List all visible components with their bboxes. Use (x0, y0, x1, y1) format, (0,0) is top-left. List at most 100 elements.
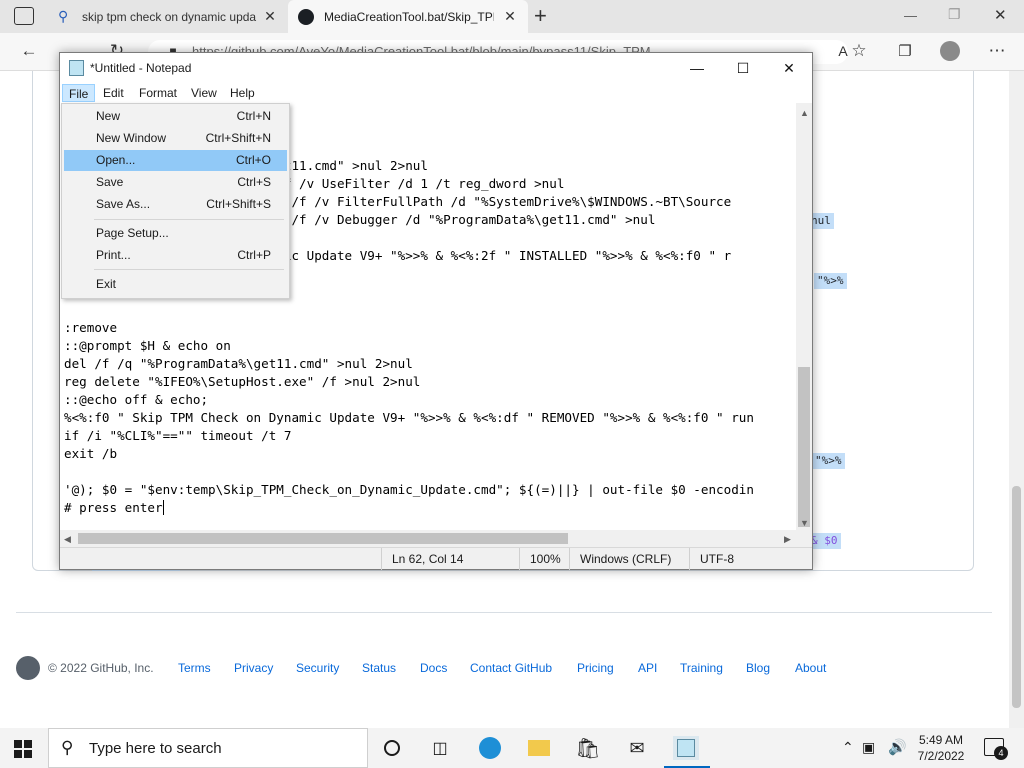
cortana-icon[interactable] (379, 736, 405, 760)
volume-icon[interactable]: 🔊 (888, 738, 907, 756)
new-tab-button[interactable]: + (534, 3, 547, 29)
menu-separator (94, 269, 284, 270)
back-arrow-icon[interactable]: ← (16, 38, 42, 64)
footer-divider (16, 612, 992, 613)
minimize-button[interactable]: — (674, 53, 720, 83)
menu-file[interactable]: File (62, 84, 96, 102)
notepad-taskbar-icon[interactable] (673, 736, 699, 760)
scroll-down-arrow-icon[interactable]: ▼ (800, 517, 809, 529)
menu-item-label: Exit (96, 277, 117, 291)
vertical-scroll-thumb[interactable] (798, 367, 810, 527)
mail-icon[interactable]: ✉ (624, 736, 650, 760)
tab-github[interactable]: MediaCreationTool.bat/Skip_TPM ✕ (288, 0, 528, 33)
menu-item-save[interactable]: Save Ctrl+S (64, 172, 287, 193)
close-window-button[interactable]: ✕ (994, 6, 1007, 24)
favorites-icon[interactable]: ☆ (846, 38, 872, 64)
menu-item-label: Save (96, 175, 124, 189)
zoom-level: 100% (519, 548, 571, 570)
github-logo-icon[interactable] (16, 656, 40, 680)
page-scrollbar-thumb[interactable] (1012, 486, 1021, 708)
menu-help[interactable]: Help (224, 84, 261, 102)
menu-item-shortcut: Ctrl+P (237, 248, 271, 262)
store-icon[interactable]: 🛍 (575, 736, 601, 760)
footer-link-about[interactable]: About (795, 661, 826, 675)
tab-search[interactable]: ⚲ skip tpm check on dynamic upda ✕ (48, 0, 288, 33)
taskbar-clock[interactable]: 5:49 AM 7/2/2022 (912, 732, 970, 764)
menu-item-label: New (96, 109, 121, 123)
menu-item-new-window[interactable]: New Window Ctrl+Shift+N (64, 128, 287, 149)
menu-separator (94, 219, 284, 220)
footer-link-docs[interactable]: Docs (420, 661, 447, 675)
menu-item-label: Print... (96, 248, 131, 262)
footer-link-status[interactable]: Status (362, 661, 396, 675)
close-tab-icon[interactable]: ✕ (262, 8, 278, 24)
network-icon[interactable]: ▣ (862, 739, 875, 756)
editor-line: exit /b (64, 446, 118, 461)
github-icon (298, 8, 314, 25)
taskbar-search-box[interactable]: ⚲ Type here to search (48, 728, 368, 768)
maximize-button[interactable]: ☐ (720, 53, 766, 83)
editor-line: :remove (64, 320, 118, 335)
menu-edit[interactable]: Edit (97, 84, 130, 102)
footer-link-contact[interactable]: Contact GitHub (470, 661, 552, 675)
encoding: UTF-8 (689, 548, 789, 570)
close-button[interactable]: ✕ (766, 53, 812, 83)
footer-link-pricing[interactable]: Pricing (577, 661, 614, 675)
code-snippet: "%>% (812, 453, 845, 469)
search-icon: ⚲ (58, 8, 69, 24)
menu-bar: File Edit Format View Help (60, 83, 812, 103)
menu-item-label: Open... (96, 153, 136, 167)
windows-start-icon[interactable] (14, 740, 32, 758)
notepad-title-bar[interactable]: *Untitled - Notepad — ☐ ✕ (60, 53, 812, 83)
menu-format[interactable]: Format (133, 84, 183, 102)
clock-time: 5:49 AM (918, 733, 964, 747)
menu-view[interactable]: View (185, 84, 223, 102)
menu-item-new[interactable]: New Ctrl+N (64, 106, 287, 127)
menu-item-save-as[interactable]: Save As... Ctrl+Shift+S (64, 194, 287, 215)
scroll-right-arrow-icon[interactable]: ▶ (784, 533, 791, 545)
show-hidden-icons-icon[interactable]: ⌃ (842, 739, 854, 756)
menu-item-shortcut: Ctrl+Shift+S (206, 197, 271, 211)
editor-line: '@); $0 = "$env:temp\Skip_TPM_Check_on_D… (64, 482, 754, 497)
scroll-left-arrow-icon[interactable]: ◀ (64, 533, 71, 545)
cursor-position: Ln 62, Col 14 (381, 548, 503, 570)
minimize-button[interactable]: — (904, 8, 917, 23)
restore-button[interactable]: ❐ (948, 6, 961, 23)
menu-item-page-setup[interactable]: Page Setup... (64, 223, 287, 244)
search-icon: ⚲ (61, 738, 74, 757)
editor-line: if /i "%CLI%"=="" timeout /t 7 (64, 428, 292, 443)
editor-line: ::@echo off & echo; (64, 392, 209, 407)
edge-icon[interactable] (477, 736, 503, 760)
more-options-icon[interactable]: ⋯ (984, 38, 1010, 64)
line-ending: Windows (CRLF) (569, 548, 689, 570)
menu-item-exit[interactable]: Exit (64, 274, 287, 295)
footer-link-security[interactable]: Security (296, 661, 339, 675)
menu-item-print[interactable]: Print... Ctrl+P (64, 245, 287, 266)
footer-link-training[interactable]: Training (680, 661, 723, 675)
scroll-up-arrow-icon[interactable]: ▲ (800, 107, 809, 119)
clock-date: 7/2/2022 (917, 749, 965, 763)
status-bar: Ln 62, Col 14 100% Windows (CRLF) UTF-8 (60, 547, 812, 570)
tab-title: MediaCreationTool.bat/Skip_TPM (324, 9, 494, 24)
task-view-icon[interactable]: ◫ (427, 736, 453, 760)
tab-actions-icon[interactable] (14, 7, 34, 25)
menu-item-label: Save As... (96, 197, 151, 211)
collections-icon[interactable]: ❐ (892, 38, 918, 64)
horizontal-scroll-thumb[interactable] (78, 533, 568, 544)
menu-item-label: Page Setup... (96, 226, 169, 240)
menu-item-open[interactable]: Open... Ctrl+O (64, 150, 287, 171)
profile-avatar[interactable] (940, 41, 960, 61)
search-placeholder: Type here to search (89, 740, 222, 757)
menu-item-shortcut: Ctrl+O (235, 153, 271, 167)
footer-link-terms[interactable]: Terms (178, 661, 211, 675)
footer-link-api[interactable]: API (638, 661, 657, 675)
footer-link-privacy[interactable]: Privacy (234, 661, 273, 675)
close-tab-icon[interactable]: ✕ (502, 8, 518, 24)
file-explorer-icon[interactable] (526, 736, 552, 760)
editor-line: %<%:f0 " Skip TPM Check on Dynamic Updat… (64, 410, 754, 425)
editor-line: # press enter (64, 500, 164, 515)
footer-link-blog[interactable]: Blog (746, 661, 770, 675)
footer: © 2022 GitHub, Inc. (16, 656, 154, 680)
